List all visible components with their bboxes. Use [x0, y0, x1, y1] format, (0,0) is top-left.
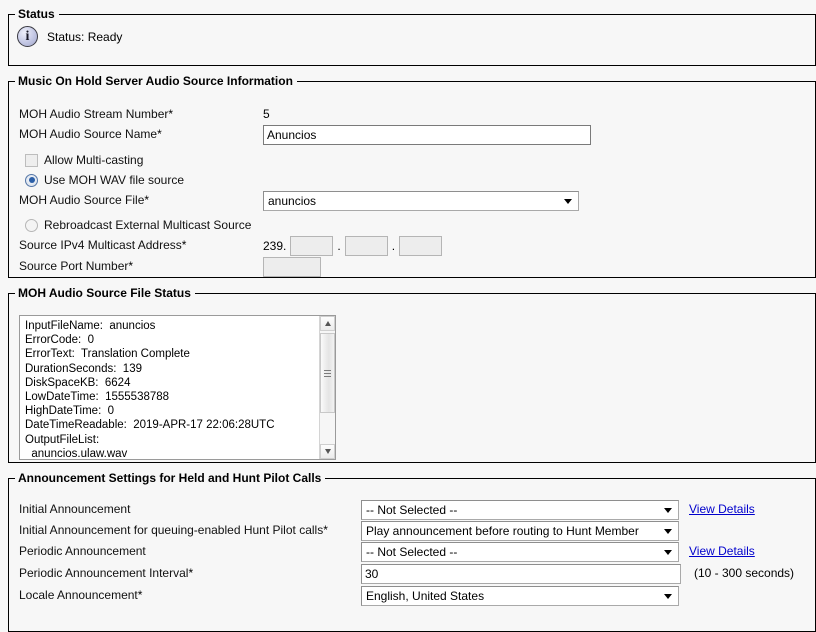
chevron-down-icon [664, 594, 672, 599]
file-status-group: MOH Audio Source File Status InputFileNa… [8, 287, 816, 463]
rebroadcast-radio-row[interactable]: Rebroadcast External Multicast Source [25, 218, 251, 232]
status-row: i Status: Ready [9, 20, 815, 53]
allow-multicast-label: Allow Multi-casting [44, 153, 144, 167]
value-stream-number: 5 [263, 107, 270, 121]
scroll-up-button[interactable] [320, 316, 335, 331]
use-wav-label: Use MOH WAV file source [44, 173, 185, 187]
label-initial-announcement: Initial Announcement [19, 502, 131, 516]
chevron-down-icon [324, 449, 331, 454]
file-status-text: InputFileName: anuncios ErrorCode: 0 Err… [25, 320, 275, 459]
moh-audio-source-group: Music On Hold Server Audio Source Inform… [8, 75, 816, 278]
initial-queuing-announcement-value: Play announcement before routing to Hunt… [366, 524, 639, 538]
label-locale-announcement: Locale Announcement [19, 588, 138, 602]
status-group-legend: Status [18, 7, 55, 21]
scrollbar-track[interactable] [320, 331, 335, 444]
row-initial-queuing: Initial Announcement for queuing-enabled… [19, 523, 328, 537]
label-source-name: MOH Audio Source Name [19, 127, 158, 141]
multicast-dot-2: . [391, 239, 396, 253]
moh-audio-source-name-input[interactable] [263, 125, 591, 145]
row-periodic-interval: Periodic Announcement Interval * [19, 566, 194, 580]
label-stream-number: MOH Audio Stream Number [19, 107, 169, 121]
periodic-announcement-select[interactable]: -- Not Selected -- [361, 542, 679, 562]
row-source-file: MOH Audio Source File * [19, 193, 150, 207]
announcement-legend: Announcement Settings for Held and Hunt … [18, 471, 322, 485]
locale-announcement-select[interactable]: English, United States [361, 586, 679, 606]
allow-multicast-checkbox[interactable] [25, 153, 38, 167]
label-periodic-announcement: Periodic Announcement [19, 544, 146, 558]
label-multicast-address: Source IPv4 Multicast Address [19, 238, 182, 252]
row-locale-announcement: Locale Announcement * [19, 588, 143, 602]
value-stream-number-wrap: 5 [263, 107, 270, 121]
label-port-number: Source Port Number [19, 259, 129, 273]
chevron-up-icon [324, 321, 331, 326]
rebroadcast-radio[interactable] [25, 218, 38, 232]
initial-queuing-announcement-select[interactable]: Play announcement before routing to Hunt… [361, 521, 679, 541]
label-source-file: MOH Audio Source File [19, 193, 145, 207]
initial-announcement-value: -- Not Selected -- [366, 503, 458, 517]
chevron-down-icon [564, 199, 572, 204]
scroll-down-button[interactable] [320, 444, 335, 459]
multicast-octets: 239. . . [263, 236, 443, 256]
periodic-announcement-interval-input[interactable] [361, 564, 681, 584]
locale-announcement-value: English, United States [366, 589, 485, 603]
initial-announcement-view-details-link[interactable]: View Details [689, 502, 755, 516]
announcement-settings-group: Announcement Settings for Held and Hunt … [8, 472, 816, 632]
chevron-down-icon [664, 508, 672, 513]
chevron-down-icon [664, 529, 672, 534]
moh-group-legend: Music On Hold Server Audio Source Inform… [18, 74, 293, 88]
row-multicast-address: Source IPv4 Multicast Address * [19, 238, 187, 252]
info-icon: i [17, 26, 38, 47]
grip-icon [324, 368, 331, 379]
periodic-interval-hint: (10 - 300 seconds) [694, 566, 795, 580]
multicast-octet-2-input[interactable] [290, 236, 334, 256]
file-status-textarea[interactable]: InputFileName: anuncios ErrorCode: 0 Err… [19, 315, 336, 460]
use-wav-radio[interactable] [25, 173, 38, 187]
multicast-octet-3-input[interactable] [344, 236, 388, 256]
file-status-scrollbar[interactable] [319, 316, 335, 459]
status-text: Status: Ready [47, 29, 123, 44]
initial-announcement-select[interactable]: -- Not Selected -- [361, 500, 679, 520]
use-wav-radio-row[interactable]: Use MOH WAV file source [25, 173, 184, 187]
row-source-name: MOH Audio Source Name * [19, 127, 162, 141]
moh-audio-source-file-select[interactable]: anuncios [263, 191, 579, 211]
multicast-dot-1: . [337, 239, 341, 253]
allow-multicast-row[interactable]: Allow Multi-casting [25, 153, 143, 167]
scrollbar-thumb[interactable] [320, 333, 335, 413]
row-port-number: Source Port Number * [19, 259, 134, 273]
file-status-legend: MOH Audio Source File Status [18, 286, 191, 300]
chevron-down-icon [664, 550, 672, 555]
multicast-prefix: 239. [263, 239, 287, 253]
label-periodic-interval: Periodic Announcement Interval [19, 566, 189, 580]
periodic-announcement-value: -- Not Selected -- [366, 545, 458, 559]
label-initial-queuing: Initial Announcement for queuing-enabled… [19, 523, 324, 537]
multicast-octet-4-input[interactable] [399, 236, 443, 256]
row-initial-announcement: Initial Announcement [19, 502, 130, 516]
row-periodic-announcement: Periodic Announcement [19, 544, 146, 558]
row-stream-number: MOH Audio Stream Number * [19, 107, 174, 121]
periodic-announcement-view-details-link[interactable]: View Details [689, 544, 755, 558]
source-port-number-input[interactable] [263, 257, 321, 277]
status-group: Status i Status: Ready [8, 8, 816, 66]
moh-audio-source-file-value: anuncios [268, 194, 317, 208]
rebroadcast-label: Rebroadcast External Multicast Source [44, 218, 252, 232]
